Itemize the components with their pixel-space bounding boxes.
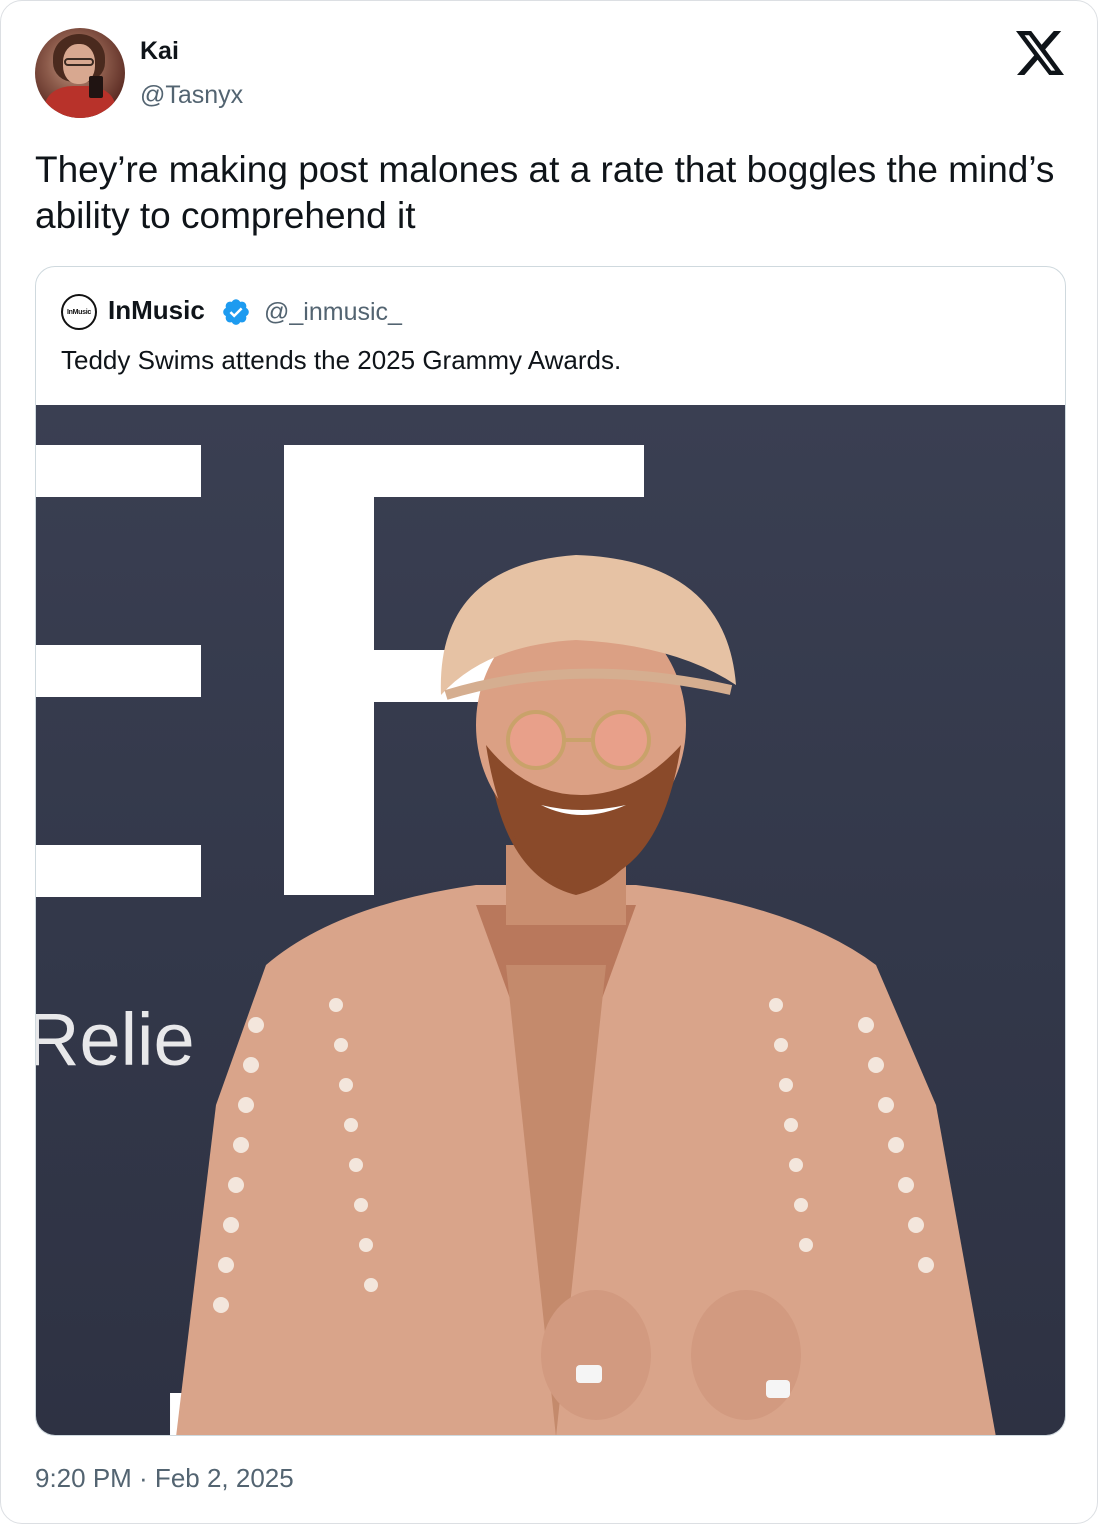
quoted-author-name[interactable]: InMusic xyxy=(108,295,205,326)
photo-illustration: Relie MI xyxy=(36,445,996,1435)
quoted-tweet[interactable]: InMusic InMusic @_inmusic_ Teddy Swims a… xyxy=(35,266,1066,1436)
avatar-phone xyxy=(89,76,103,98)
quoted-tweet-photo[interactable]: Relie MI xyxy=(36,405,1065,1435)
tweet-text: They’re making post malones at a rate th… xyxy=(35,149,1055,236)
quoted-tweet-text: Teddy Swims attends the 2025 Grammy Awar… xyxy=(61,345,622,375)
verified-badge-icon xyxy=(223,299,249,325)
author-name[interactable]: Kai xyxy=(140,37,179,66)
tweet-card: Kai @Tasnyx They’re making post malones … xyxy=(0,0,1098,1524)
backdrop-word: Relie xyxy=(36,998,195,1081)
avatar-glasses xyxy=(64,58,94,66)
author-handle[interactable]: @Tasnyx xyxy=(140,81,243,110)
avatar-body xyxy=(45,86,115,118)
author-avatar[interactable] xyxy=(35,28,125,118)
x-logo-icon[interactable] xyxy=(1015,31,1065,75)
quoted-author-handle[interactable]: @_inmusic_ xyxy=(264,298,402,327)
quoted-author-avatar[interactable]: InMusic xyxy=(61,294,97,330)
tweet-timestamp[interactable]: 9:20 PM · Feb 2, 2025 xyxy=(35,1463,294,1494)
